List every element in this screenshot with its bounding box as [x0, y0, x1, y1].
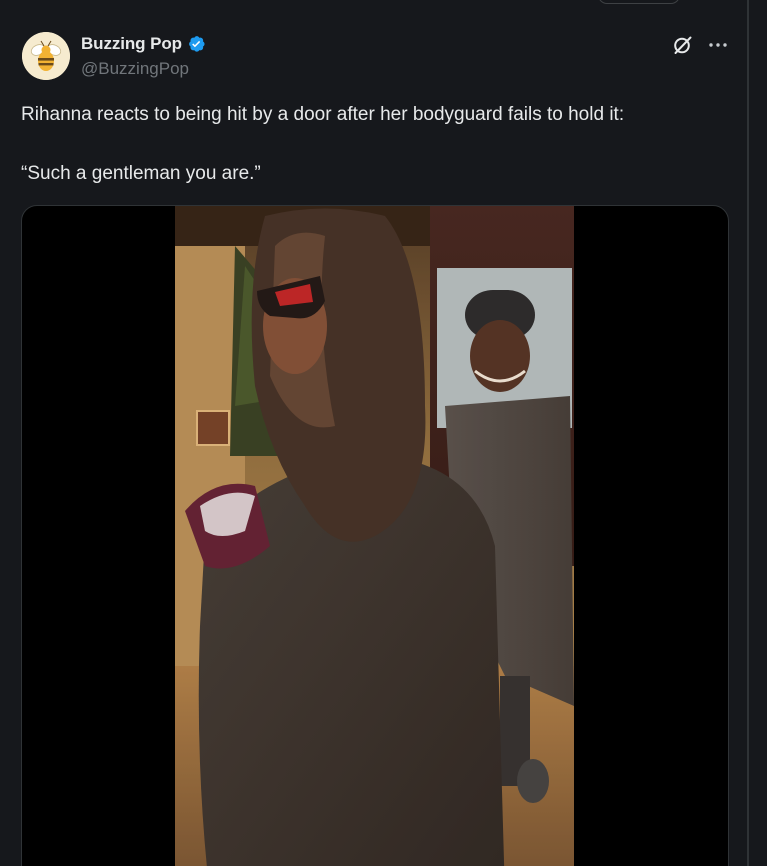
verified-badge-icon[interactable]	[186, 34, 206, 54]
video-player[interactable]	[175, 206, 574, 866]
media-card[interactable]	[21, 205, 729, 866]
post-page: Buzzing Pop @BuzzingPop Rihanna reacts t…	[0, 0, 767, 866]
author-handle[interactable]: @BuzzingPop	[81, 59, 189, 79]
author-avatar[interactable]	[22, 32, 70, 80]
grok-slash-circle-icon[interactable]	[671, 33, 695, 57]
post-text: Rihanna reacts to being hit by a door af…	[21, 102, 731, 186]
more-dots-icon[interactable]	[706, 33, 730, 57]
column-border	[747, 0, 749, 866]
post-quote-line: “Such a gentleman you are.”	[21, 163, 261, 184]
author-display-name[interactable]: Buzzing Pop	[81, 34, 182, 54]
video-frame	[175, 206, 574, 866]
author-name-row[interactable]: Buzzing Pop	[81, 34, 206, 54]
top-button-remnant[interactable]	[598, 0, 680, 4]
post-text-line: Rihanna reacts to being hit by a door af…	[21, 104, 625, 125]
bee-icon	[22, 32, 70, 80]
